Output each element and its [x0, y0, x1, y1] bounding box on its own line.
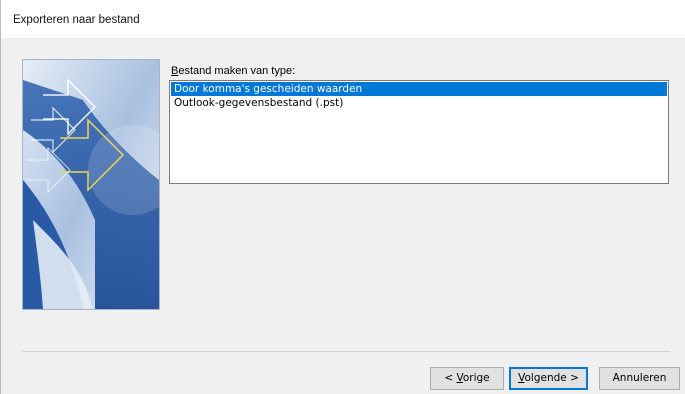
next-button[interactable]: Volgende > — [509, 367, 588, 390]
file-type-listbox[interactable]: Door komma's gescheiden waarden Outlook-… — [169, 80, 669, 184]
wizard-banner-image — [22, 59, 160, 310]
list-item-pst[interactable]: Outlook-gegevensbestand (.pst) — [171, 96, 667, 110]
export-arrows-icon — [23, 60, 159, 309]
list-item-csv[interactable]: Door komma's gescheiden waarden — [171, 82, 667, 96]
back-button[interactable]: < Vorige — [430, 367, 504, 390]
footer-divider — [22, 351, 670, 352]
dialog-title: Exporteren naar bestand — [13, 14, 140, 26]
title-bar[interactable]: Exporteren naar bestand — [1, 0, 685, 39]
export-dialog: Exporteren naar bestand Bestand maken va… — [0, 0, 685, 394]
cancel-button[interactable]: Annuleren — [599, 367, 680, 390]
file-type-label: Bestand maken van type: — [171, 65, 296, 77]
